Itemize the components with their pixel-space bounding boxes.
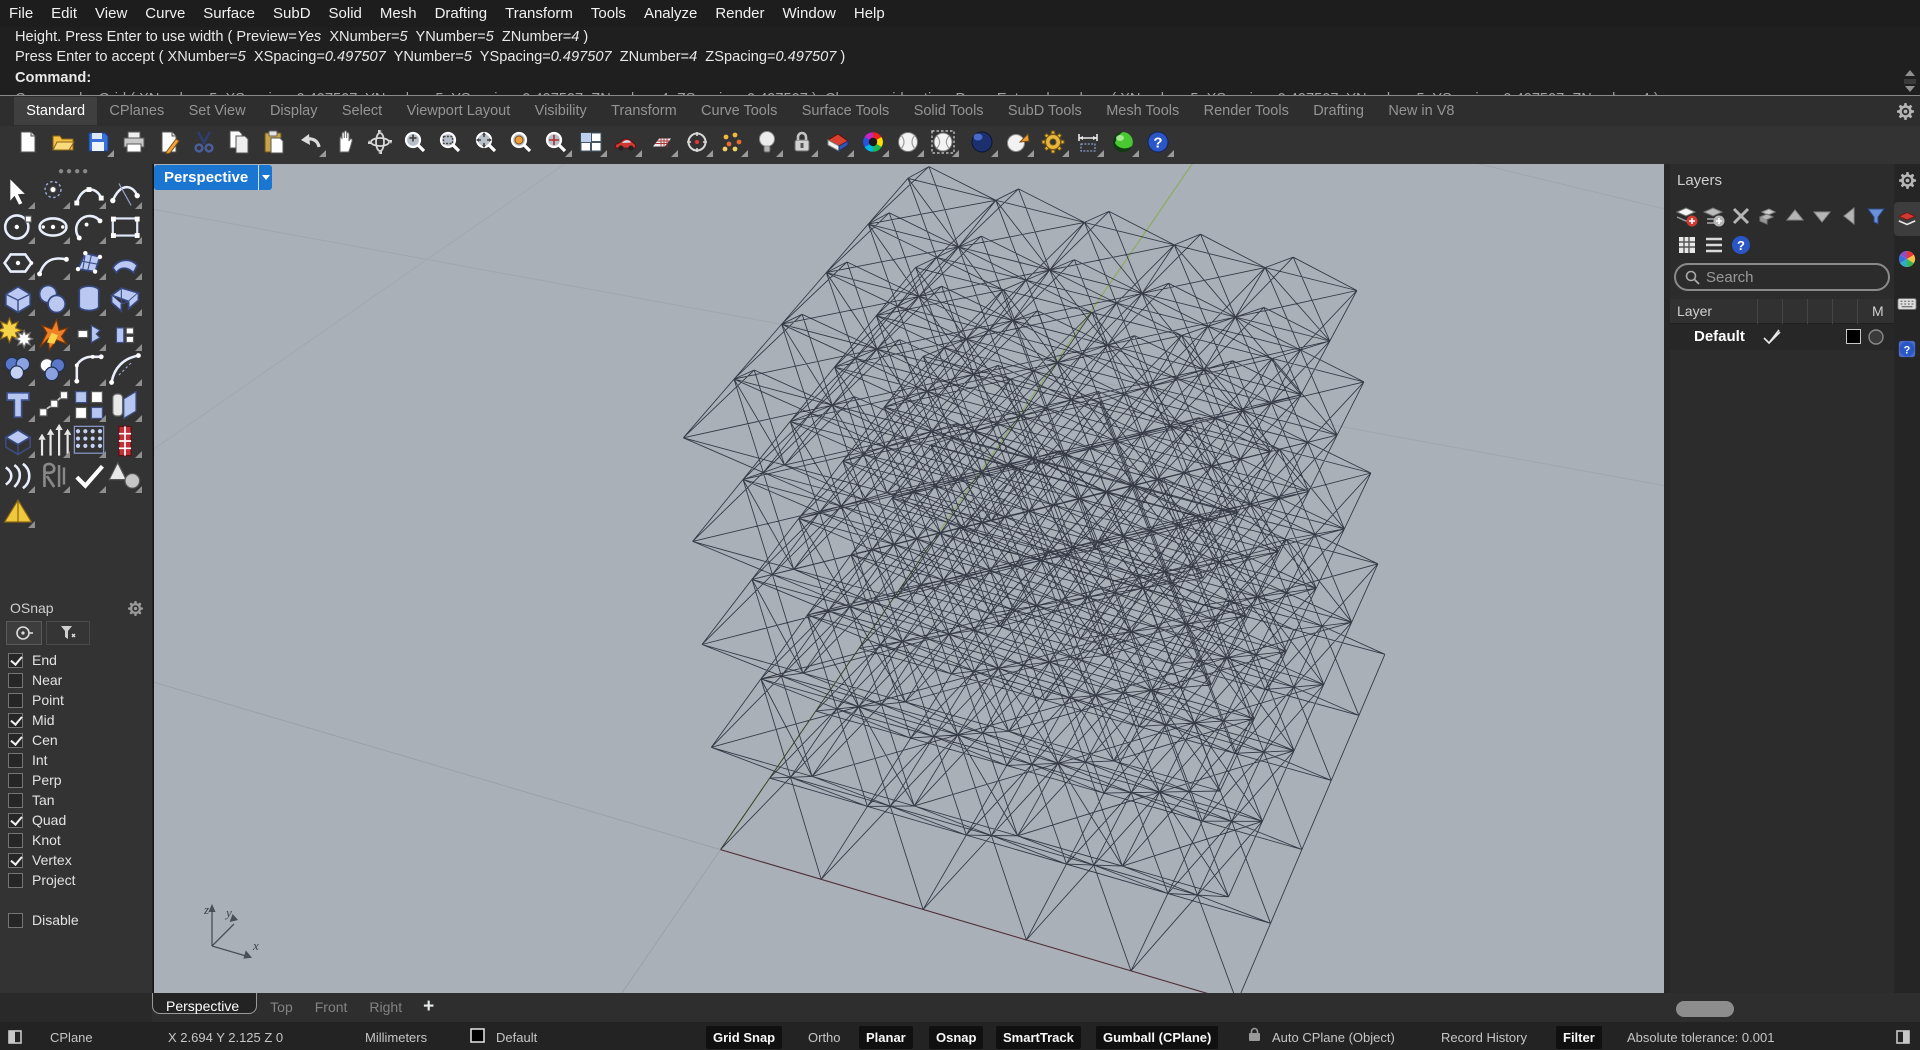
svg-text:z: z [203,902,209,917]
svg-text:?: ? [1737,238,1745,253]
svg-text:y: y [224,905,232,920]
svg-text:x: x [252,938,259,953]
svg-text:?: ? [1153,135,1162,152]
svg-text:?: ? [1904,345,1911,357]
